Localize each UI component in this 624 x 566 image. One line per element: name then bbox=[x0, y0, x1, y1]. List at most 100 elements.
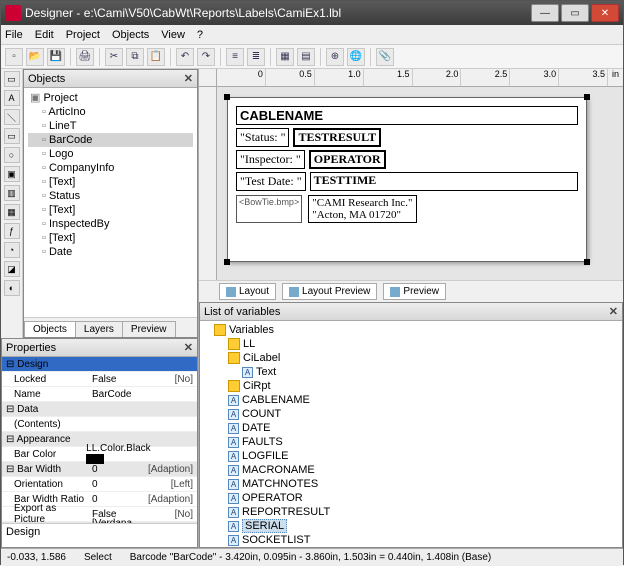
globe-icon[interactable]: 🌐 bbox=[347, 48, 365, 66]
var-attr[interactable]: ASERIAL bbox=[202, 519, 620, 533]
label-status[interactable]: "Status: " bbox=[236, 128, 289, 147]
tree-item[interactable]: [Text] bbox=[28, 175, 193, 189]
tree-item[interactable]: CompanyInfo bbox=[28, 161, 193, 175]
tree-item-selected[interactable]: BarCode bbox=[28, 133, 193, 147]
close-button[interactable]: ✕ bbox=[591, 4, 619, 22]
menu-view[interactable]: View bbox=[161, 29, 185, 41]
design-canvas[interactable]: CABLENAME "Status: " TESTRESULT "Inspect… bbox=[217, 87, 623, 280]
property-category[interactable]: ⊟ Bar Width0[Adaption] bbox=[2, 462, 197, 477]
objects-close-icon[interactable]: ✕ bbox=[184, 72, 193, 85]
minimize-button[interactable]: — bbox=[531, 4, 559, 22]
save-icon[interactable]: 💾 bbox=[47, 48, 65, 66]
tab-layout[interactable]: Layout bbox=[219, 283, 276, 300]
variables-tree[interactable]: VariablesLLCiLabelATextCiRptACABLENAMEAC… bbox=[200, 321, 622, 547]
tab-preview[interactable]: Preview bbox=[122, 321, 176, 337]
field-testtime[interactable]: TESTTIME bbox=[310, 172, 578, 191]
tree-item[interactable]: InspectedBy bbox=[28, 217, 193, 231]
field-address[interactable]: "CAMI Research Inc." "Acton, MA 01720" bbox=[308, 195, 416, 223]
tool-select-icon[interactable]: ▭ bbox=[4, 71, 20, 87]
property-row[interactable]: LockedFalse[No] bbox=[2, 372, 197, 387]
field-testresult[interactable]: TESTRESULT bbox=[293, 128, 381, 147]
property-category[interactable]: ⊟ Design bbox=[2, 357, 197, 372]
var-attr[interactable]: ADATE bbox=[202, 421, 620, 435]
cut-icon[interactable]: ✂ bbox=[105, 48, 123, 66]
layer-2-icon[interactable]: ▤ bbox=[297, 48, 315, 66]
variables-close-icon[interactable]: ✕ bbox=[609, 305, 618, 318]
attach-icon[interactable]: 📎 bbox=[376, 48, 394, 66]
tool-formula-icon[interactable]: ƒ bbox=[4, 223, 20, 239]
var-root[interactable]: Variables bbox=[202, 323, 620, 337]
objects-title: Objects bbox=[28, 73, 65, 85]
tree-item[interactable]: ArticIno bbox=[28, 105, 193, 119]
label-testdate[interactable]: "Test Date: " bbox=[236, 172, 306, 191]
tool-text-icon[interactable]: A bbox=[4, 90, 20, 106]
property-row[interactable]: Bar ColorLL.Color.Black bbox=[2, 447, 197, 462]
redo-icon[interactable]: ↷ bbox=[197, 48, 215, 66]
var-attr[interactable]: AText bbox=[202, 365, 620, 379]
copy-icon[interactable]: ⧉ bbox=[126, 48, 144, 66]
var-attr[interactable]: AOPERATOR bbox=[202, 491, 620, 505]
var-attr[interactable]: AMATCHNOTES bbox=[202, 477, 620, 491]
properties-title: Properties bbox=[6, 342, 56, 354]
var-attr[interactable]: AFAULTS bbox=[202, 435, 620, 449]
layout-preview-icon bbox=[289, 287, 299, 297]
ruler-tick: 0.5 bbox=[266, 69, 315, 86]
tree-item[interactable]: Status bbox=[28, 189, 193, 203]
menu-objects[interactable]: Objects bbox=[112, 29, 149, 41]
var-folder[interactable]: CiLabel bbox=[202, 351, 620, 365]
var-folder[interactable]: CiRpt bbox=[202, 379, 620, 393]
tree-item[interactable]: [Text] bbox=[28, 203, 193, 217]
property-row[interactable]: NameBarCode bbox=[2, 387, 197, 402]
tree-item[interactable]: Date bbox=[28, 245, 193, 259]
tool-ole-icon[interactable]: ◪ bbox=[4, 261, 20, 277]
menu-help[interactable]: ? bbox=[197, 29, 203, 41]
tree-root[interactable]: Project bbox=[28, 90, 193, 105]
var-attr[interactable]: AMACRONAME bbox=[202, 463, 620, 477]
tool-table-icon[interactable]: ▦ bbox=[4, 204, 20, 220]
tool-html-icon[interactable]: ◐ bbox=[4, 280, 20, 296]
align-1-icon[interactable]: ≡ bbox=[226, 48, 244, 66]
property-row[interactable]: Orientation0[Left] bbox=[2, 477, 197, 492]
field-bitmap[interactable]: <BowTie.bmp> bbox=[236, 195, 302, 223]
zoom-icon[interactable]: ⊕ bbox=[326, 48, 344, 66]
label-inspector[interactable]: "Inspector: " bbox=[236, 150, 305, 169]
tool-ellipse-icon[interactable]: ○ bbox=[4, 147, 20, 163]
tool-image-icon[interactable]: ▣ bbox=[4, 166, 20, 182]
label-page[interactable]: CABLENAME "Status: " TESTRESULT "Inspect… bbox=[227, 97, 587, 262]
tree-item[interactable]: Logo bbox=[28, 147, 193, 161]
print-icon[interactable]: 🖨 bbox=[76, 48, 94, 66]
paste-icon[interactable]: 📋 bbox=[147, 48, 165, 66]
tool-chart-icon[interactable]: ◔ bbox=[4, 242, 20, 258]
tree-item[interactable]: LineT bbox=[28, 119, 193, 133]
new-icon[interactable]: ▫ bbox=[5, 48, 23, 66]
undo-icon[interactable]: ↶ bbox=[176, 48, 194, 66]
tab-layout-preview[interactable]: Layout Preview bbox=[282, 283, 377, 300]
field-cablename[interactable]: CABLENAME bbox=[236, 106, 578, 125]
var-attr[interactable]: ALOGFILE bbox=[202, 449, 620, 463]
align-2-icon[interactable]: ≣ bbox=[247, 48, 265, 66]
var-attr[interactable]: ACABLENAME bbox=[202, 393, 620, 407]
var-attr[interactable]: ACOUNT bbox=[202, 407, 620, 421]
property-row[interactable]: (Contents) bbox=[2, 417, 197, 432]
menu-project[interactable]: Project bbox=[66, 29, 100, 41]
var-folder[interactable]: LL bbox=[202, 337, 620, 351]
layer-1-icon[interactable]: ▦ bbox=[276, 48, 294, 66]
menu-file[interactable]: File bbox=[5, 29, 23, 41]
tab-objects[interactable]: Objects bbox=[24, 321, 76, 337]
tool-rect-icon[interactable]: ▭ bbox=[4, 128, 20, 144]
tree-item[interactable]: [Text] bbox=[28, 231, 193, 245]
properties-close-icon[interactable]: ✕ bbox=[184, 341, 193, 354]
properties-grid[interactable]: ⊟ DesignLockedFalse[No]NameBarCode⊟ Data… bbox=[2, 357, 197, 523]
var-attr[interactable]: ASOCKETLIST bbox=[202, 533, 620, 547]
open-icon[interactable]: 📂 bbox=[26, 48, 44, 66]
var-attr[interactable]: AREPORTRESULT bbox=[202, 505, 620, 519]
objects-tree[interactable]: Project ArticIno LineT BarCode Logo Comp… bbox=[24, 88, 197, 317]
tool-barcode-icon[interactable]: ▥ bbox=[4, 185, 20, 201]
tool-line-icon[interactable]: ＼ bbox=[4, 109, 20, 125]
field-operator[interactable]: OPERATOR bbox=[309, 150, 386, 169]
tab-canvas-preview[interactable]: Preview bbox=[383, 283, 446, 300]
maximize-button[interactable]: ▭ bbox=[561, 4, 589, 22]
property-category[interactable]: ⊟ Data bbox=[2, 402, 197, 417]
menu-edit[interactable]: Edit bbox=[35, 29, 54, 41]
tab-layers[interactable]: Layers bbox=[75, 321, 123, 337]
